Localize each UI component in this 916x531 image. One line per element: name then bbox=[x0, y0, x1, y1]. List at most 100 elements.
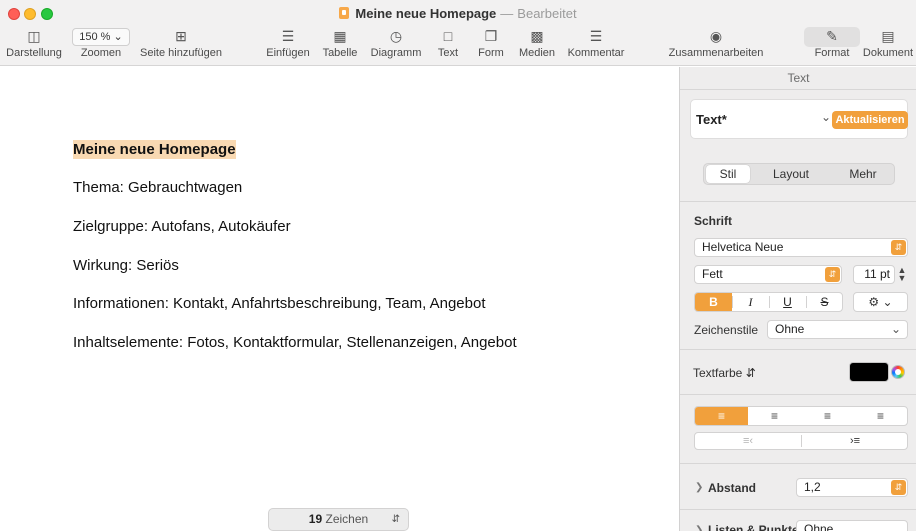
comment-icon: ☰ bbox=[589, 28, 603, 44]
view-button[interactable]: ◫ Darstellung bbox=[6, 28, 62, 59]
table-label: Tabelle bbox=[322, 47, 358, 59]
font-weight-select[interactable]: Fett ⇵ bbox=[694, 265, 842, 284]
align-left-icon[interactable]: ≡ bbox=[695, 407, 748, 425]
up-down-chevron-icon: ⇵ bbox=[745, 366, 756, 380]
up-down-chevron-icon: ⇵ bbox=[891, 240, 906, 255]
table-icon: ▦ bbox=[333, 28, 347, 44]
text-label: Text bbox=[437, 47, 459, 59]
document-button[interactable]: ▤ Dokument bbox=[862, 28, 914, 59]
alignment-buttons: ≡ ≡ ≡ ≡ bbox=[694, 406, 908, 426]
media-label: Medien bbox=[518, 47, 556, 59]
text-color-label[interactable]: Textfarbe ⇵ bbox=[693, 366, 756, 380]
character-count-unit: Zeichen bbox=[325, 512, 369, 526]
tab-layout[interactable]: Layout bbox=[760, 164, 822, 184]
strikethrough-button[interactable]: S bbox=[806, 293, 843, 311]
insert-button[interactable]: ☰ Einfügen bbox=[266, 28, 310, 59]
chart-icon: ◷ bbox=[389, 28, 403, 44]
gear-icon: ⚙ bbox=[868, 295, 880, 309]
text-format-buttons: B I U S bbox=[694, 292, 843, 312]
font-weight-value: Fett bbox=[702, 267, 723, 281]
char-styles-select[interactable]: Ohne ⌄ bbox=[767, 320, 908, 339]
table-button[interactable]: ▦ Tabelle bbox=[322, 28, 358, 59]
character-count: 19 bbox=[308, 512, 323, 526]
chevron-down-icon[interactable]: ⌄ bbox=[821, 110, 831, 124]
inspector-divider bbox=[680, 463, 916, 464]
pages-document-icon bbox=[339, 7, 350, 19]
comment-button[interactable]: ☰ Kommentar bbox=[566, 28, 626, 59]
document-line-5[interactable]: Inhaltselemente: Fotos, Kontaktformular,… bbox=[73, 334, 517, 351]
format-inspector: Text Text* ⌄ Aktualisieren Stil Layout M… bbox=[679, 67, 916, 531]
zoom-value: 150 % bbox=[79, 31, 111, 43]
inspector-title: Text bbox=[787, 71, 810, 85]
tab-style[interactable]: Stil bbox=[706, 165, 750, 183]
selected-heading-text[interactable]: Meine neue Homepage bbox=[73, 140, 236, 159]
spacing-select[interactable]: 1,2 ⇵ bbox=[796, 478, 908, 497]
spacing-label[interactable]: Abstand bbox=[708, 481, 756, 495]
align-right-icon[interactable]: ≡ bbox=[801, 407, 854, 425]
shape-button[interactable]: ❐ Form bbox=[476, 28, 506, 59]
italic-button[interactable]: I bbox=[732, 293, 769, 311]
lists-value: Ohne bbox=[804, 522, 834, 531]
media-button[interactable]: ▩ Medien bbox=[518, 28, 556, 59]
disclosure-arrow-icon[interactable]: ❯ bbox=[695, 482, 703, 493]
color-wheel-icon[interactable] bbox=[891, 365, 905, 379]
document-canvas[interactable]: Meine neue Homepage Thema: Gebrauchtwage… bbox=[0, 67, 679, 531]
chevron-down-icon: ⌄ bbox=[890, 322, 901, 336]
text-color-label-text: Textfarbe bbox=[693, 366, 743, 380]
comment-label: Kommentar bbox=[567, 47, 625, 59]
lists-select[interactable]: Ohne bbox=[796, 520, 908, 531]
inspector-divider bbox=[680, 89, 916, 90]
document-line-4[interactable]: Informationen: Kontakt, Anfahrtsbeschrei… bbox=[73, 295, 486, 312]
paragraph-style-box[interactable]: Text* ⌄ Aktualisieren bbox=[690, 99, 908, 139]
window-title: Meine neue Homepage bbox=[355, 6, 497, 21]
inspector-divider bbox=[680, 509, 916, 510]
window-title-bar: Meine neue Homepage — Bearbeitet bbox=[0, 6, 916, 21]
format-label: Format bbox=[814, 47, 850, 59]
document-heading[interactable]: Meine neue Homepage bbox=[73, 140, 236, 159]
shape-label: Form bbox=[478, 47, 504, 59]
advanced-options-button[interactable]: ⚙ ⌄ bbox=[853, 292, 908, 312]
font-size-stepper[interactable]: ▲ ▼ bbox=[897, 266, 907, 283]
chevron-down-icon: ⌄ bbox=[882, 295, 893, 309]
inspector-divider bbox=[680, 394, 916, 395]
text-color-well[interactable] bbox=[849, 362, 889, 382]
add-page-button[interactable]: ⊞ Seite hinzufügen bbox=[140, 28, 222, 59]
insert-label: Einfügen bbox=[266, 47, 310, 59]
zoom-select[interactable]: 150 % ⌄ bbox=[72, 28, 130, 46]
increase-indent-icon[interactable]: ›≡ bbox=[802, 433, 908, 449]
paragraph-style-name: Text* bbox=[696, 112, 727, 127]
inspector-divider bbox=[680, 349, 916, 350]
document-line-3[interactable]: Wirkung: Seriös bbox=[73, 257, 179, 274]
document-line-2[interactable]: Zielgruppe: Autofans, Autokäufer bbox=[73, 218, 291, 235]
document-icon: ▤ bbox=[881, 28, 895, 44]
text-box-icon: □ bbox=[443, 28, 453, 44]
char-styles-value: Ohne bbox=[775, 322, 805, 336]
font-family-value: Helvetica Neue bbox=[702, 240, 784, 254]
format-button[interactable]: ✎ Format bbox=[804, 28, 860, 59]
chart-button[interactable]: ◷ Diagramm bbox=[370, 28, 422, 59]
text-button[interactable]: □ Text bbox=[434, 28, 462, 59]
bold-button[interactable]: B bbox=[695, 293, 732, 311]
up-down-chevron-icon: ⇵ bbox=[391, 514, 400, 525]
update-style-button[interactable]: Aktualisieren bbox=[832, 111, 908, 129]
font-family-select[interactable]: Helvetica Neue ⇵ bbox=[694, 238, 908, 257]
align-justify-icon[interactable]: ≡ bbox=[854, 407, 907, 425]
insert-list-icon: ☰ bbox=[281, 28, 295, 44]
add-page-label: Seite hinzufügen bbox=[140, 47, 222, 59]
zoom-control[interactable]: 150 % ⌄ Zoomen bbox=[70, 28, 132, 59]
toolbar: Meine neue Homepage — Bearbeitet ◫ Darstel… bbox=[0, 0, 916, 66]
word-count-selector[interactable]: 19 Zeichen ⇵ bbox=[268, 508, 409, 531]
disclosure-arrow-icon[interactable]: ❯ bbox=[695, 525, 703, 531]
lists-label[interactable]: Listen & Punkte bbox=[708, 523, 799, 531]
underline-button[interactable]: U bbox=[769, 293, 806, 311]
plus-square-icon: ⊞ bbox=[175, 28, 187, 44]
zoom-label: Zoomen bbox=[80, 47, 122, 59]
tab-more[interactable]: Mehr bbox=[832, 164, 894, 184]
shape-icon: ❐ bbox=[484, 28, 498, 44]
document-line-1[interactable]: Thema: Gebrauchtwagen bbox=[73, 179, 242, 196]
align-center-icon[interactable]: ≡ bbox=[748, 407, 801, 425]
char-styles-label: Zeichenstile bbox=[694, 323, 759, 337]
collaborate-button[interactable]: ◉ Zusammenarbeiten bbox=[668, 28, 764, 59]
decrease-indent-icon[interactable]: ≡‹ bbox=[695, 433, 801, 449]
font-size-field[interactable]: 11 pt bbox=[853, 265, 895, 284]
